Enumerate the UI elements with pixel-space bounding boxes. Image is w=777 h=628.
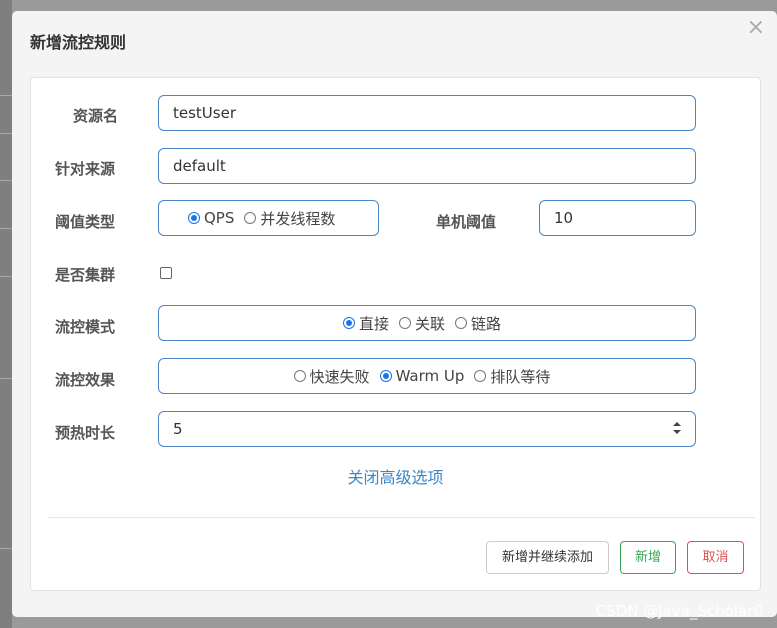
radio-threads-label: 并发线程数 (260, 209, 336, 228)
radio-chain[interactable]: 链路 (455, 313, 501, 334)
radio-relate[interactable]: 关联 (398, 313, 445, 334)
bg-divider (0, 548, 12, 549)
radio-chain-label: 链路 (471, 314, 502, 333)
radio-relate-label: 关联 (414, 314, 445, 333)
control-effect-group: 快速失败 Warm Up 排队等待 (158, 358, 696, 394)
cancel-button[interactable]: 取消 (687, 541, 744, 574)
radio-empty-icon (474, 370, 487, 382)
form-panel: 资源名 针对来源 阈值类型 QPS 并发线程数 单机阈值 是否集群 流控模式 (30, 77, 761, 591)
threshold-label: 单机阈值 (436, 213, 497, 231)
bg-divider (0, 378, 12, 379)
cluster-label: 是否集群 (55, 266, 116, 284)
bg-divider (0, 133, 12, 134)
radio-queue-label: 排队等待 (490, 367, 551, 386)
bg-divider (0, 95, 12, 96)
radio-warm-up-label: Warm Up (395, 367, 465, 385)
add-button[interactable]: 新增 (620, 541, 676, 574)
radio-threads[interactable]: 并发线程数 (244, 208, 335, 229)
radio-warm-up[interactable]: Warm Up (379, 367, 465, 385)
close-icon[interactable]: × (747, 17, 765, 39)
resource-label: 资源名 (73, 107, 119, 125)
radio-selected-icon (342, 317, 355, 329)
flow-rule-modal: 新增流控规则 × 资源名 针对来源 阈值类型 QPS 并发线程数 单机阈值 是否… (12, 11, 777, 617)
radio-empty-icon (455, 317, 467, 329)
advanced-options-toggle[interactable]: 关闭高级选项 (31, 464, 760, 488)
control-mode-group: 直接 关联 链路 (158, 305, 696, 341)
radio-selected-icon (188, 212, 200, 224)
watermark: CSDN @Java_Scholar0 (595, 602, 763, 620)
threshold-input[interactable] (539, 200, 696, 236)
add-continue-button[interactable]: 新增并继续添加 (486, 541, 609, 574)
cluster-checkbox[interactable] (160, 267, 172, 279)
footer-divider (48, 517, 755, 518)
number-stepper-icon[interactable] (672, 420, 682, 436)
warmup-label: 预热时长 (55, 424, 116, 442)
threshold-type-group: QPS 并发线程数 (158, 200, 379, 236)
radio-fast-fail-label: 快速失败 (309, 367, 370, 386)
radio-empty-icon (398, 317, 411, 329)
radio-queue[interactable]: 排队等待 (474, 366, 550, 387)
warmup-input[interactable] (158, 411, 696, 447)
bg-divider (0, 180, 12, 181)
background-page (0, 0, 12, 628)
origin-label: 针对来源 (55, 160, 116, 178)
modal-title: 新增流控规则 (30, 33, 127, 52)
control-mode-label: 流控模式 (55, 318, 116, 336)
bg-divider (0, 228, 12, 229)
radio-selected-icon (379, 370, 392, 382)
radio-fast-fail[interactable]: 快速失败 (293, 366, 370, 387)
threshold-type-label: 阈值类型 (55, 213, 116, 231)
radio-empty-icon (293, 370, 306, 382)
control-effect-label: 流控效果 (55, 371, 116, 389)
resource-input[interactable] (158, 95, 696, 131)
bg-divider (0, 276, 12, 277)
radio-qps[interactable]: QPS (188, 209, 234, 227)
warmup-field (158, 411, 696, 447)
radio-qps-label: QPS (204, 209, 235, 227)
radio-direct[interactable]: 直接 (342, 313, 389, 334)
origin-input[interactable] (158, 148, 696, 184)
radio-direct-label: 直接 (358, 314, 389, 333)
radio-empty-icon (244, 212, 257, 224)
